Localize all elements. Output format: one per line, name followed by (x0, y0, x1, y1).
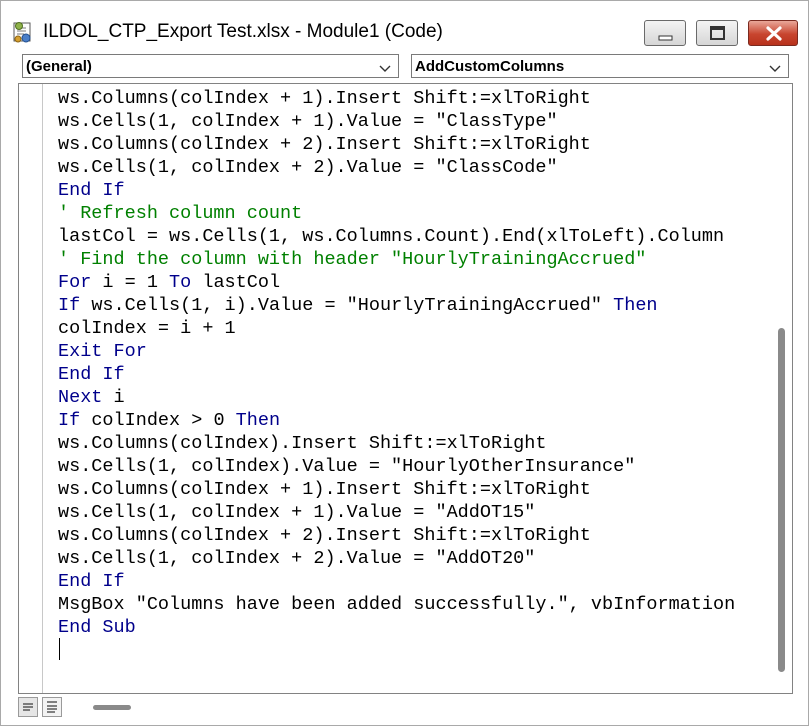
code-line[interactable]: ws.Columns(colIndex + 1).Insert Shift:=x… (58, 87, 772, 110)
vba-module-icon (11, 21, 39, 45)
code-line[interactable]: ws.Columns(colIndex + 1).Insert Shift:=x… (58, 478, 772, 501)
procedure-dropdown[interactable]: AddCustomColumns (411, 54, 789, 78)
code-text: ws.Cells(1, colIndex + 2).Value = "AddOT… (58, 548, 536, 569)
code-text: ws.Columns(colIndex).Insert Shift:=xlToR… (58, 433, 547, 454)
code-line[interactable]: MsgBox "Columns have been added successf… (58, 593, 772, 616)
margin-indicator-bar[interactable] (19, 84, 43, 693)
code-text: colIndex = i + 1 (58, 318, 236, 339)
code-keyword: Next (58, 387, 103, 408)
code-line[interactable]: ws.Columns(colIndex + 2).Insert Shift:=x… (58, 524, 772, 547)
procedure-combo-row: (General) AddCustomColumns (1, 53, 808, 81)
window-title: ILDOL_CTP_Export Test.xlsx - Module1 (Co… (43, 21, 443, 42)
code-text: ws.Columns(colIndex + 1).Insert Shift:=x… (58, 479, 591, 500)
code-line[interactable]: End Sub (58, 616, 772, 639)
full-module-view-button[interactable] (42, 697, 62, 717)
code-keyword: Then (613, 295, 658, 316)
code-comment: ' Refresh column count (58, 203, 303, 224)
code-keyword: End If (58, 180, 125, 201)
code-line[interactable]: If ws.Cells(1, i).Value = "HourlyTrainin… (58, 294, 772, 317)
code-pane[interactable]: ws.Columns(colIndex + 1).Insert Shift:=x… (58, 87, 772, 691)
minimize-icon (658, 35, 673, 41)
code-text: ws.Cells(1, colIndex + 1).Value = "Class… (58, 111, 558, 132)
code-keyword: To (169, 272, 192, 293)
chevron-down-icon (378, 61, 392, 79)
code-line[interactable]: ws.Cells(1, colIndex).Value = "HourlyOth… (58, 455, 772, 478)
procedure-view-button[interactable] (18, 697, 38, 717)
procedure-view-icon (23, 703, 33, 711)
code-text: ws.Columns(colIndex + 2).Insert Shift:=x… (58, 134, 591, 155)
code-line[interactable]: ws.Cells(1, colIndex + 1).Value = "AddOT… (58, 501, 772, 524)
code-text: MsgBox "Columns have been added successf… (58, 594, 736, 615)
code-text: ws.Cells(1, colIndex).Value = "HourlyOth… (58, 456, 636, 477)
code-line[interactable]: End If (58, 363, 772, 386)
object-dropdown-value: (General) (26, 58, 92, 75)
code-line[interactable]: colIndex = i + 1 (58, 317, 772, 340)
code-text: ws.Columns(colIndex + 1).Insert Shift:=x… (58, 88, 591, 109)
code-line[interactable]: ' Find the column with header "HourlyTra… (58, 248, 772, 271)
code-line[interactable]: ws.Columns(colIndex).Insert Shift:=xlToR… (58, 432, 772, 455)
text-cursor (59, 638, 60, 660)
code-line[interactable]: ' Refresh column count (58, 202, 772, 225)
vertical-scrollbar[interactable] (772, 84, 792, 693)
close-button[interactable] (748, 20, 798, 46)
code-keyword: End Sub (58, 617, 136, 638)
view-bar (18, 694, 793, 724)
code-line[interactable]: End If (58, 179, 772, 202)
code-keyword: Then (235, 410, 281, 431)
code-line[interactable]: End If (58, 570, 772, 593)
vbe-code-window: ILDOL_CTP_Export Test.xlsx - Module1 (Co… (0, 0, 809, 726)
code-line[interactable]: If colIndex > 0 Then (58, 409, 772, 432)
code-text: ws.Columns(colIndex + 2).Insert Shift:=x… (58, 525, 591, 546)
code-line[interactable]: Exit For (58, 340, 772, 363)
code-editor[interactable]: ws.Columns(colIndex + 1).Insert Shift:=x… (18, 83, 793, 694)
code-keyword: If (58, 410, 81, 431)
code-line[interactable]: ws.Columns(colIndex + 2).Insert Shift:=x… (58, 133, 772, 156)
code-text: ws.Cells(1, colIndex + 2).Value = "Class… (58, 157, 558, 178)
horizontal-scroll-thumb[interactable] (93, 705, 131, 710)
code-keyword: End If (58, 571, 125, 592)
code-text: lastCol = ws.Cells(1, ws.Columns.Count).… (58, 226, 725, 247)
close-icon (766, 26, 782, 41)
code-line[interactable]: Next i (58, 386, 772, 409)
code-text: ws.Cells(1, colIndex + 1).Value = "AddOT… (58, 502, 536, 523)
code-line[interactable]: ws.Cells(1, colIndex + 2).Value = "Class… (58, 156, 772, 179)
code-line[interactable]: ws.Cells(1, colIndex + 1).Value = "Class… (58, 110, 772, 133)
code-line[interactable]: For i = 1 To lastCol (58, 271, 772, 294)
code-keyword: For (58, 272, 92, 293)
full-module-view-icon (47, 701, 57, 713)
title-bar[interactable]: ILDOL_CTP_Export Test.xlsx - Module1 (Co… (1, 1, 808, 51)
chevron-down-icon (768, 61, 782, 79)
code-line[interactable]: ws.Cells(1, colIndex + 2).Value = "AddOT… (58, 547, 772, 570)
maximize-icon (710, 26, 725, 40)
code-line[interactable]: lastCol = ws.Cells(1, ws.Columns.Count).… (58, 225, 772, 248)
object-dropdown[interactable]: (General) (22, 54, 399, 78)
procedure-dropdown-value: AddCustomColumns (415, 58, 565, 75)
code-text: i = 1 (91, 272, 170, 293)
code-keyword: End If (58, 364, 125, 385)
code-keyword: If (58, 295, 81, 316)
code-comment: ' Find the column with header "HourlyTra… (58, 249, 647, 270)
code-text: ws.Cells(1, i).Value = "HourlyTrainingAc… (80, 295, 614, 316)
code-text: lastCol (191, 272, 281, 293)
vertical-scroll-thumb[interactable] (778, 328, 785, 672)
code-text: i (102, 387, 125, 408)
minimize-button[interactable] (644, 20, 686, 46)
code-keyword: Exit For (58, 341, 147, 362)
maximize-button[interactable] (696, 20, 738, 46)
code-text: colIndex > 0 (80, 410, 236, 431)
